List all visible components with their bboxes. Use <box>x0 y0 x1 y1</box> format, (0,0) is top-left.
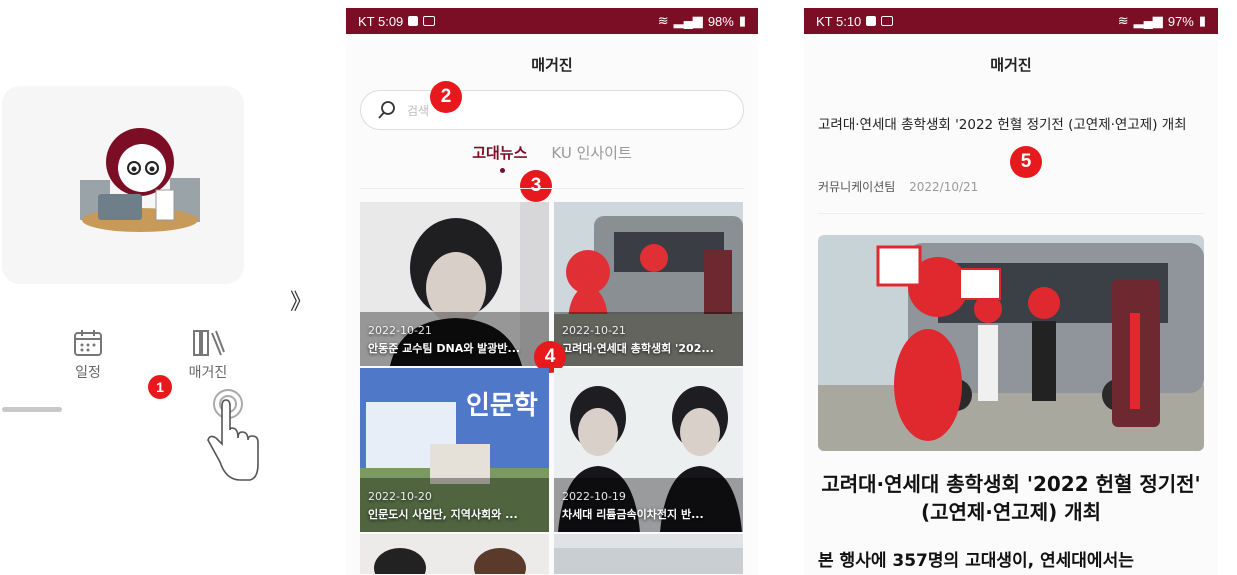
tile-caption: 2022-10-21 안동준 교수팀 DNA와 발광반... <box>368 324 520 356</box>
status-bar: KT 5:09 ≋ ▂▄▆ 98% ▮ <box>346 8 758 34</box>
status-carrier-time: KT 5:10 <box>816 13 862 29</box>
tab-ku-insight[interactable]: KU 인사이트 <box>551 142 631 163</box>
books-icon <box>193 330 225 356</box>
tile-thumbnail <box>360 534 549 574</box>
tile-caption: 2022-10-20 인문도시 사업단, 지역사회와 ... <box>368 490 518 522</box>
menu-label-magazine: 매거진 <box>188 365 228 381</box>
battery-icon: ▮ <box>1198 13 1206 28</box>
article-headline: 고려대·연세대 총학생회 '2022 헌혈 정기전' (고연제·연고제) 개최 <box>821 472 1201 524</box>
news-tile[interactable] <box>360 534 549 574</box>
battery-icon: ▮ <box>738 13 746 28</box>
tile-title: 인문도시 사업단, 지역사회와 ... <box>368 508 518 521</box>
status-bar: KT 5:10 ≋ ▂▄▆ 97% ▮ <box>804 8 1218 34</box>
tile-date: 2022-10-21 <box>368 324 432 337</box>
page-title: 매거진 <box>990 56 1032 74</box>
tab-korea-news[interactable]: 고대뉴스 <box>472 142 527 163</box>
article-author: 커뮤니케이션팀 <box>818 180 896 194</box>
message-notification-icon <box>881 16 894 26</box>
tile-date: 2022-10-21 <box>562 324 626 337</box>
article-subheadline: 본 행사에 357명의 고대생이, 연세대에서는 <box>818 551 1134 571</box>
menu-item-magazine[interactable]: 매거진 <box>178 328 238 382</box>
search-placeholder: 검색 <box>407 103 430 118</box>
scroll-indicator <box>2 407 62 412</box>
article-title: 고려대·연세대 총학생회 '2022 헌혈 정기전 (고연제·연고제) 개최 <box>818 117 1187 133</box>
gallery-notification-icon <box>408 16 419 26</box>
wifi-icon: ≋ <box>657 13 669 28</box>
news-tile[interactable]: 2022-10-21 고려대·연세대 총학생회 '202... <box>554 202 743 366</box>
calendar-icon <box>74 330 102 356</box>
phone-screen-magazine-list: KT 5:09 ≋ ▂▄▆ 98% ▮ 매거진 검색 2 고대뉴스 KU 인사이… <box>346 8 758 575</box>
next-arrow: 》 <box>290 290 313 315</box>
active-tab-indicator <box>500 168 505 173</box>
article-photo <box>818 235 1204 451</box>
mascot-illustration <box>80 128 200 232</box>
news-tile[interactable]: 인문학 2022-10-20 인문도시 사업단, 지역사회와 ... <box>360 368 549 532</box>
tab-bar: 고대뉴스 KU 인사이트 <box>346 142 758 163</box>
news-tile[interactable] <box>554 534 743 574</box>
divider <box>818 213 1204 214</box>
phone-screen-article: KT 5:10 ≋ ▂▄▆ 97% ▮ 매거진 고려대·연세대 총학생회 '20… <box>804 8 1218 575</box>
divider <box>360 188 744 189</box>
tile-title: 안동준 교수팀 DNA와 발광반... <box>368 342 521 355</box>
gallery-notification-icon <box>866 16 877 26</box>
signal-icon: ▂▄▆ <box>673 13 703 28</box>
menu-item-schedule[interactable]: 일정 <box>58 328 118 382</box>
wifi-icon: ≋ <box>1117 13 1129 28</box>
page-title: 매거진 <box>531 56 573 74</box>
tile-title: 고려대·연세대 총학생회 '202... <box>562 342 714 355</box>
article-date: 2022/10/21 <box>909 180 979 194</box>
battery-level: 98% <box>707 13 734 29</box>
tile-title: 차세대 리튬금속이차전지 반... <box>562 508 704 521</box>
menu-label-schedule: 일정 <box>75 365 101 381</box>
news-tile[interactable]: 2022-10-21 안동준 교수팀 DNA와 발광반... <box>360 202 549 366</box>
step-badge-3: 3 <box>520 170 552 202</box>
tile-thumbnail <box>554 534 743 574</box>
search-field[interactable]: 검색 <box>360 90 744 130</box>
news-tile[interactable]: 2022-10-19 차세대 리튬금속이차전지 반... <box>554 368 743 532</box>
message-notification-icon <box>423 16 436 26</box>
signal-icon: ▂▄▆ <box>1133 13 1163 28</box>
tap-hand-icon <box>207 389 259 481</box>
tile-caption: 2022-10-19 차세대 리튬금속이차전지 반... <box>562 490 704 522</box>
search-icon <box>378 101 395 119</box>
step-badge-5: 5 <box>1010 146 1042 178</box>
step-badge-1: 1 <box>148 375 172 399</box>
article-image <box>818 235 1204 451</box>
status-carrier-time: KT 5:09 <box>358 13 404 29</box>
tile-date: 2022-10-20 <box>368 490 432 503</box>
step-badge-2: 2 <box>430 81 462 113</box>
tile-date: 2022-10-19 <box>562 490 626 503</box>
poster-text: 인문학 <box>466 391 538 421</box>
tile-caption: 2022-10-21 고려대·연세대 총학생회 '202... <box>562 324 714 356</box>
article-meta: 커뮤니케이션팀 2022/10/21 <box>818 178 978 195</box>
battery-level: 97% <box>1167 13 1194 29</box>
